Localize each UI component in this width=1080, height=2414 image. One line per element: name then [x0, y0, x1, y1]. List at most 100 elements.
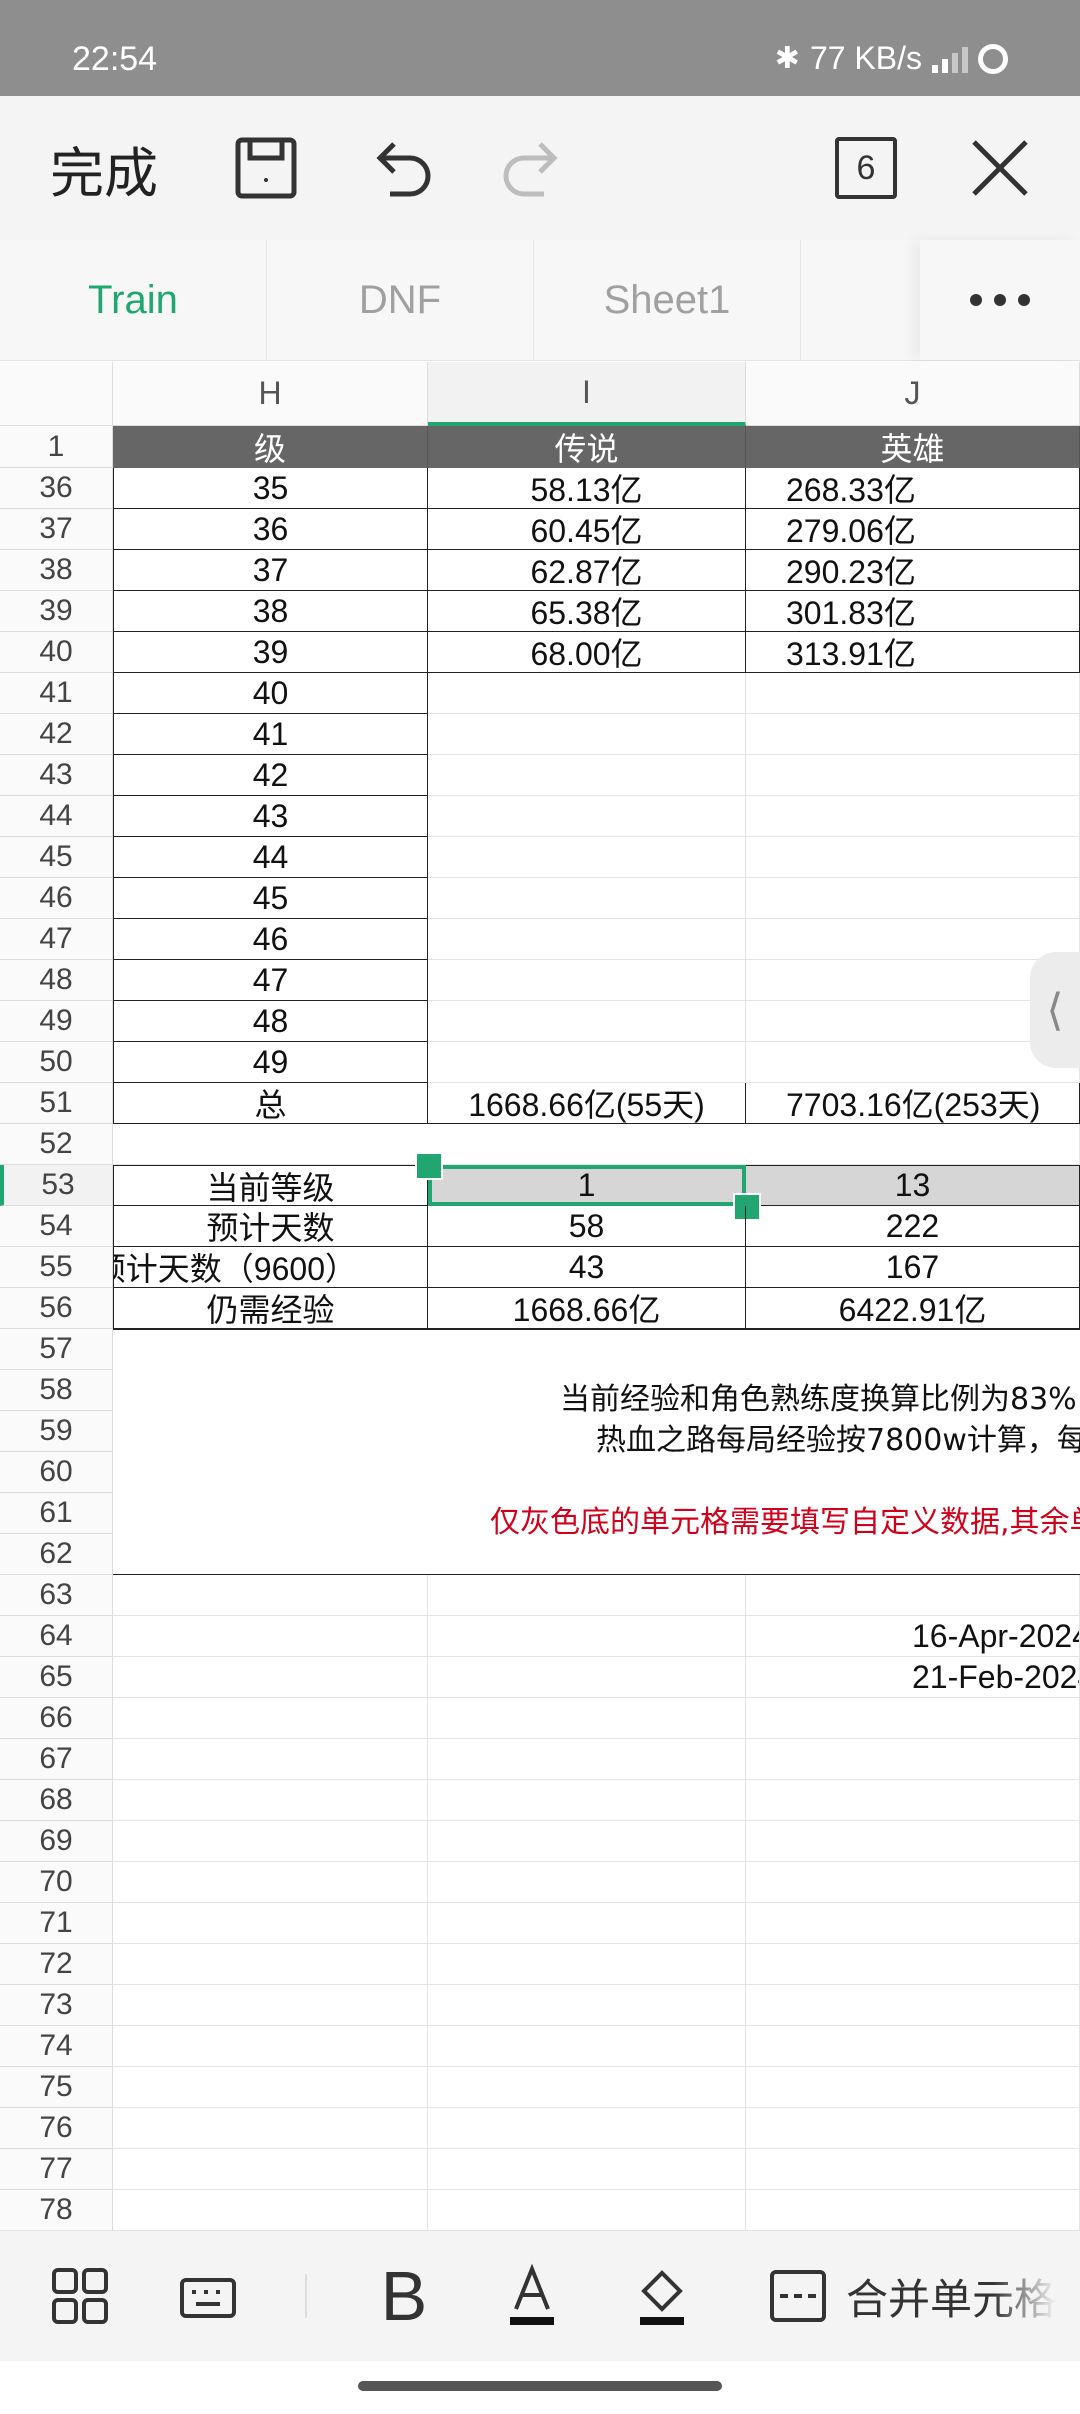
- summary-value[interactable]: 43: [428, 1247, 746, 1288]
- row-header[interactable]: 62: [0, 1534, 113, 1575]
- table-cell-level[interactable]: 39: [113, 632, 428, 673]
- row-header[interactable]: 73: [0, 1985, 113, 2026]
- date-cell[interactable]: 16-Apr-2024: [746, 1616, 1080, 1657]
- font-color-icon[interactable]: [492, 2231, 572, 2361]
- row-header[interactable]: 36: [0, 468, 113, 509]
- row-header[interactable]: 48: [0, 960, 113, 1001]
- table-cell-level[interactable]: 40: [113, 673, 428, 714]
- row-header[interactable]: 47: [0, 919, 113, 960]
- row-header[interactable]: 54: [0, 1206, 113, 1247]
- empty-cell[interactable]: [428, 2067, 746, 2108]
- row-header[interactable]: 41: [0, 673, 113, 714]
- empty-cell[interactable]: [428, 2108, 746, 2149]
- empty-cell[interactable]: [113, 2149, 428, 2190]
- fill-color-icon[interactable]: [622, 2231, 702, 2361]
- table-cell-level[interactable]: 41: [113, 714, 428, 755]
- row-header[interactable]: 63: [0, 1575, 113, 1616]
- table-cell-hero[interactable]: 279.06亿: [746, 509, 1080, 550]
- row-header[interactable]: 42: [0, 714, 113, 755]
- row-header[interactable]: 39: [0, 591, 113, 632]
- row-header[interactable]: 58: [0, 1370, 113, 1411]
- summary-label[interactable]: 预计天数（9600）: [113, 1247, 428, 1288]
- empty-cell[interactable]: [113, 1821, 428, 1862]
- header-cell-hero[interactable]: 英雄: [746, 426, 1080, 468]
- column-header-j[interactable]: J: [746, 362, 1080, 426]
- summary-value[interactable]: 6422.91亿: [746, 1288, 1080, 1329]
- row-header[interactable]: 67: [0, 1739, 113, 1780]
- row-header[interactable]: 60: [0, 1452, 113, 1493]
- table-cell-level[interactable]: 35: [113, 468, 428, 509]
- table-cell-hero[interactable]: 313.91亿: [746, 632, 1080, 673]
- empty-cell[interactable]: [113, 1780, 428, 1821]
- empty-cell[interactable]: [746, 1944, 1080, 1985]
- row-header[interactable]: 59: [0, 1411, 113, 1452]
- empty-cell[interactable]: [428, 1657, 746, 1698]
- row-header[interactable]: 53: [0, 1165, 113, 1206]
- row-header[interactable]: 50: [0, 1042, 113, 1083]
- summary-value[interactable]: 222: [746, 1206, 1080, 1247]
- table-cell-hero[interactable]: [746, 878, 1080, 919]
- empty-cell[interactable]: [428, 1739, 746, 1780]
- table-cell-legend[interactable]: [428, 960, 746, 1001]
- empty-cell[interactable]: [428, 1575, 746, 1616]
- empty-cell[interactable]: [113, 1903, 428, 1944]
- row-header[interactable]: 72: [0, 1944, 113, 1985]
- empty-cell[interactable]: [113, 2190, 428, 2230]
- table-cell-level[interactable]: 48: [113, 1001, 428, 1042]
- bold-icon[interactable]: B: [364, 2231, 444, 2361]
- table-cell-hero[interactable]: [746, 755, 1080, 796]
- keyboard-icon[interactable]: [168, 2231, 248, 2361]
- table-cell-level[interactable]: 38: [113, 591, 428, 632]
- table-cell-legend[interactable]: [428, 1001, 746, 1042]
- row-header[interactable]: 46: [0, 878, 113, 919]
- table-cell-level[interactable]: 42: [113, 755, 428, 796]
- empty-cell[interactable]: [113, 1575, 428, 1616]
- table-cell-hero[interactable]: [746, 673, 1080, 714]
- row-header[interactable]: 65: [0, 1657, 113, 1698]
- row-header[interactable]: 64: [0, 1616, 113, 1657]
- spreadsheet-grid[interactable]: H I J 1 级传说 英雄 36 35 58.13亿 268.33亿 37 36 60.45亿 2…: [0, 362, 1080, 2230]
- row-header[interactable]: 76: [0, 2108, 113, 2149]
- tab-dnf[interactable]: DNF: [267, 240, 534, 360]
- empty-cell[interactable]: [428, 2026, 746, 2067]
- empty-cell[interactable]: [428, 1862, 746, 1903]
- row-header[interactable]: 55: [0, 1247, 113, 1288]
- empty-cell[interactable]: [428, 1944, 746, 1985]
- column-header-h[interactable]: H: [113, 362, 428, 426]
- summary-value[interactable]: 58: [428, 1206, 746, 1247]
- empty-cell[interactable]: [428, 2149, 746, 2190]
- table-cell-legend[interactable]: [428, 878, 746, 919]
- table-cell-hero[interactable]: 7703.16亿(253天): [746, 1083, 1080, 1124]
- empty-cell[interactable]: [113, 1985, 428, 2026]
- table-cell-legend[interactable]: [428, 714, 746, 755]
- empty-cell[interactable]: [113, 2108, 428, 2149]
- table-cell-hero[interactable]: [746, 796, 1080, 837]
- empty-cell[interactable]: [746, 2149, 1080, 2190]
- empty-cell[interactable]: [113, 1944, 428, 1985]
- summary-label[interactable]: 仍需经验: [113, 1288, 428, 1329]
- table-cell-legend[interactable]: [428, 673, 746, 714]
- merge-cells-button[interactable]: 合并单元格: [846, 2231, 1080, 2361]
- empty-cell[interactable]: [113, 2067, 428, 2108]
- table-cell-hero[interactable]: 290.23亿: [746, 550, 1080, 591]
- table-cell-legend[interactable]: [428, 919, 746, 960]
- table-cell-legend[interactable]: [428, 755, 746, 796]
- row-header[interactable]: 49: [0, 1001, 113, 1042]
- side-panel-handle[interactable]: ⟨: [1030, 952, 1080, 1068]
- tab-train[interactable]: Train: [0, 240, 267, 360]
- table-cell-level[interactable]: 46: [113, 919, 428, 960]
- table-cell-level[interactable]: 总: [113, 1083, 428, 1124]
- empty-cell[interactable]: [113, 1616, 428, 1657]
- table-cell-legend[interactable]: [428, 1042, 746, 1083]
- redo-icon[interactable]: [494, 96, 574, 240]
- empty-cell[interactable]: [428, 1903, 746, 1944]
- more-tabs-button[interactable]: [920, 240, 1080, 360]
- summary-value[interactable]: 167: [746, 1247, 1080, 1288]
- table-cell-legend[interactable]: 68.00亿: [428, 632, 746, 673]
- empty-cell[interactable]: [113, 1862, 428, 1903]
- column-header-i[interactable]: I: [428, 362, 746, 426]
- row-header[interactable]: 44: [0, 796, 113, 837]
- table-cell-hero[interactable]: [746, 714, 1080, 755]
- empty-cell[interactable]: [113, 2026, 428, 2067]
- row-header[interactable]: 52: [0, 1124, 113, 1165]
